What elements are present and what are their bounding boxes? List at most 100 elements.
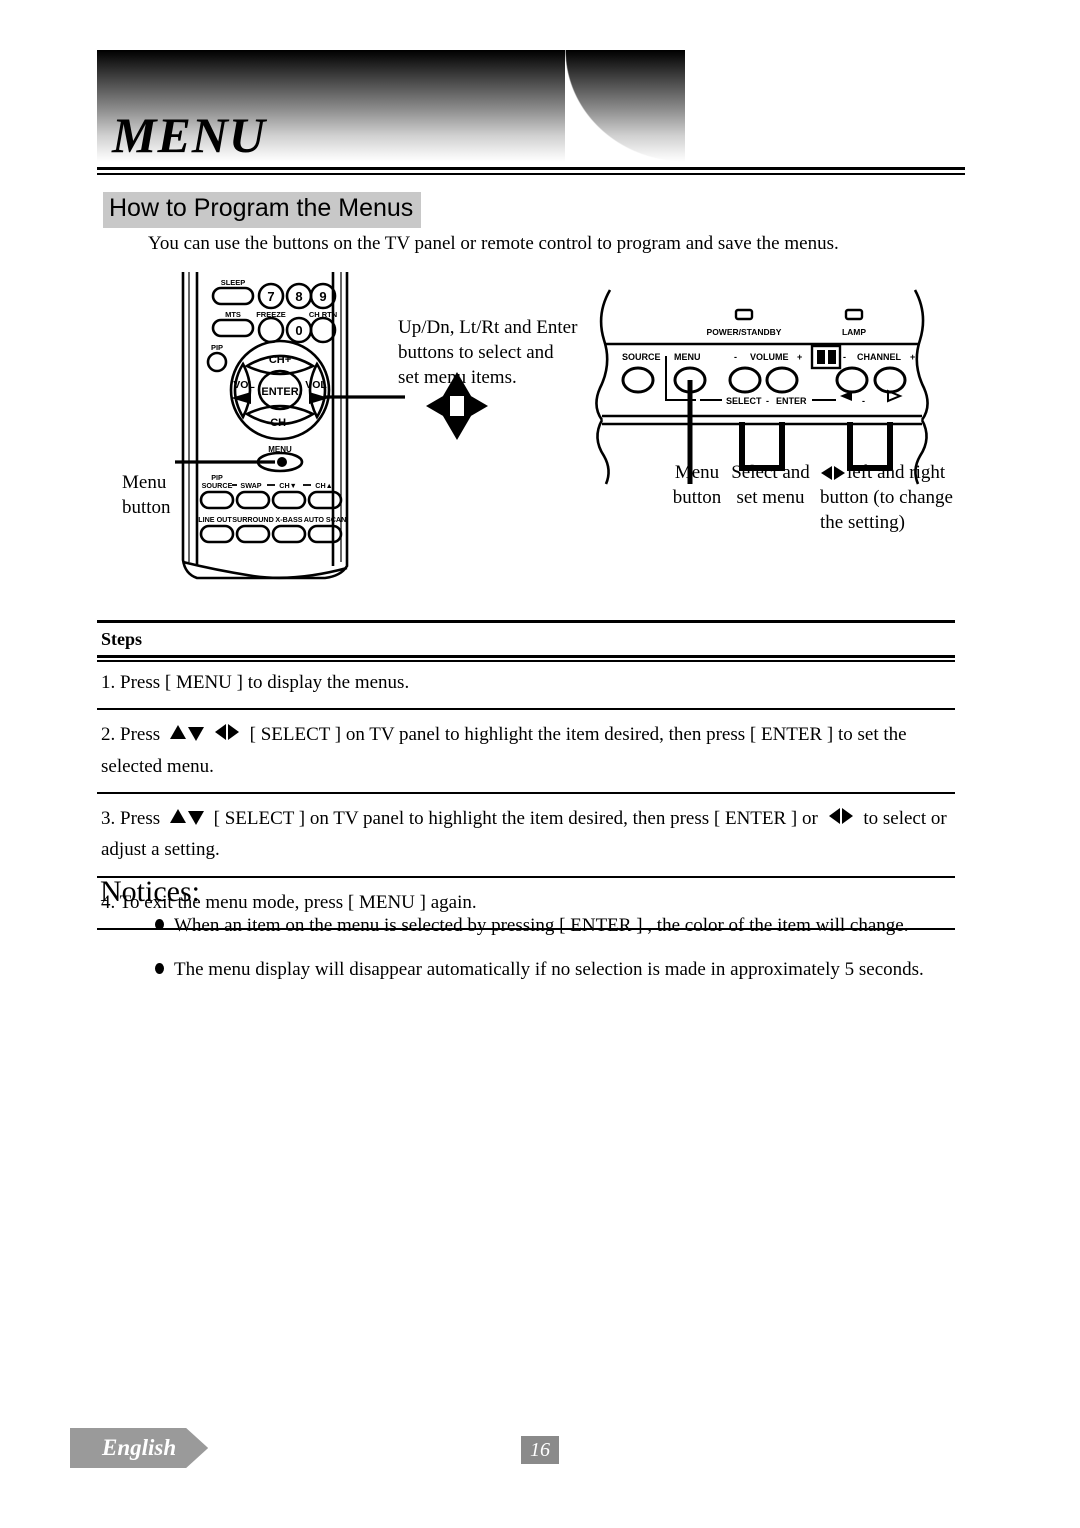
notice-item: The menu display will disappear automati… [155, 957, 965, 983]
notice-text: The menu display will disappear automati… [174, 958, 924, 980]
page-title: MENU [112, 107, 267, 163]
remote-menu-dot-icon [277, 457, 287, 467]
callout-remote-menu-button: Menu button [122, 470, 202, 520]
remote-button-ch-down [271, 490, 307, 510]
step-text: Press [ MENU ] to display the menus. [120, 672, 410, 693]
steps-rows-container: 1. Press [ MENU ] to display the menus. 2… [97, 658, 955, 931]
remote-navpad-enter-label: ENTER [261, 386, 298, 398]
intro-paragraph: You can use the buttons on the TV panel … [148, 233, 839, 254]
remote-button-line-out [199, 524, 235, 544]
led-power-standby-icon [734, 308, 754, 321]
step-text: [ SELECT ] on TV panel to highlight the … [208, 808, 823, 830]
step-text: Press [120, 724, 165, 746]
steps-table: Steps 1. Press [ MENU ] to display the m… [97, 620, 955, 931]
led-lamp-icon [844, 308, 864, 321]
step-number: 2. [101, 724, 120, 746]
tv-arrow-right-icon [887, 389, 903, 403]
footer-language-label: English [70, 1428, 208, 1468]
step-text: Press [120, 808, 165, 830]
ir-receiver-left-icon [817, 350, 825, 364]
tv-label-volume: VOLUME [750, 352, 789, 362]
remote-key-7-label: 7 [267, 289, 274, 304]
left-right-arrow-icon [821, 465, 845, 480]
page-number-badge: 16 [521, 1436, 559, 1464]
callout-remote-menu-line1: Menu button [122, 472, 171, 519]
tv-label-lamp: LAMP [842, 327, 866, 337]
remote-button-swap [235, 490, 271, 510]
step-row: 3. Press [ SELECT ] on TV panel to highl… [97, 794, 955, 878]
page-banner: MENU [97, 50, 685, 162]
four-way-arrow-cluster [424, 370, 490, 447]
remote-label-chup: CH▲ [315, 481, 333, 490]
tv-button-channel-minus [835, 366, 869, 394]
label-left-right-line3: the setting) [820, 512, 905, 534]
tv-button-channel-plus [873, 366, 907, 394]
remote-label-pipsource: SOURCE [202, 481, 233, 490]
banner-curve [565, 50, 685, 162]
remote-key-0-label: 0 [295, 323, 302, 338]
remote-label-pip: PIP [211, 343, 223, 352]
label-left-right-button: left and right button (to change the set… [820, 460, 970, 535]
tv-label-select-dash: - [766, 396, 769, 406]
label-left-right-line1: left and right [847, 462, 946, 483]
remote-button-ch-up [307, 490, 343, 510]
notices-list: When an item on the menu is selected by … [155, 913, 965, 1000]
label-tv-menu-button-text: Menu button [672, 462, 722, 509]
remote-button-auto-scan [307, 524, 343, 544]
arrow-up-icon [443, 372, 471, 396]
tv-button-source [621, 366, 655, 394]
label-tv-menu-button: Menu button [662, 460, 732, 510]
remote-button-surround [235, 524, 271, 544]
tv-label-channel-plus: + [910, 352, 915, 362]
notice-item: When an item on the menu is selected by … [155, 913, 965, 939]
remote-label-swap: SWAP [240, 481, 261, 490]
remote-navpad-up-label: CH+ [269, 354, 291, 366]
remote-navpad-down-label: CH- [270, 417, 290, 429]
step-number: 3. [101, 808, 120, 830]
tv-label-volume-plus: + [797, 352, 802, 362]
arrow-right-icon [464, 392, 488, 420]
steps-table-header: Steps [97, 623, 955, 662]
left-right-arrow-icon [828, 808, 853, 825]
remote-navpad-left-label: VOL [233, 379, 255, 391]
left-right-arrow-icon [214, 724, 239, 741]
remote-button-pip [206, 351, 228, 373]
bullet-icon [155, 962, 164, 974]
tv-label-source: SOURCE [622, 352, 661, 362]
label-select-and-set-menu: Select and set menu [728, 460, 813, 510]
tv-label-power-standby: POWER/STANDBY [707, 327, 782, 337]
tv-button-volume-minus [728, 366, 762, 394]
remote-button-sleep [211, 286, 255, 306]
remote-label-surround: SURROUND [232, 515, 274, 524]
remote-label-xbass: X-BASS [275, 515, 302, 524]
notice-text: When an item on the menu is selected by … [174, 915, 909, 936]
remote-button-chrtn [309, 316, 337, 344]
step-row: 1. Press [ MENU ] to display the menus. [97, 658, 955, 711]
label-left-right-line2: button (to change [820, 487, 953, 509]
remote-button-x-bass [271, 524, 307, 544]
remote-control-svg: SLEEP MTS FREEZE CH RTN PIP 7 8 9 0 CH+ … [115, 272, 415, 580]
header-divider-rule [97, 167, 965, 175]
tv-label-enter: ENTER [776, 396, 807, 406]
footer-language-tab: English [70, 1428, 208, 1468]
remote-label-lineout: LINE OUT [198, 515, 232, 524]
up-down-arrow-icon [169, 809, 204, 826]
remote-label-mts: MTS [225, 310, 241, 319]
remote-label-chdn: CH▼ [279, 481, 297, 490]
remote-label-autoscan: AUTO SCAN [304, 515, 347, 524]
remote-button-freeze [257, 316, 285, 344]
tv-label-arrow-dash: - [862, 396, 865, 406]
remote-button-pip-source [199, 490, 235, 510]
remote-button-mts [211, 318, 255, 338]
bullet-icon [155, 919, 164, 930]
diagram-area: SLEEP MTS FREEZE CH RTN PIP 7 8 9 0 CH+ … [0, 270, 1080, 600]
up-down-arrow-icon [169, 725, 204, 742]
tv-button-volume-plus [765, 366, 799, 394]
tv-label-menu: MENU [674, 352, 701, 362]
step-row: 2. Press [ SELECT ] on TV panel to highl… [97, 710, 955, 795]
notices-title: Notices: [100, 875, 200, 908]
tv-label-volume-minus: - [734, 352, 737, 362]
tv-label-channel: CHANNEL [857, 352, 902, 362]
remote-label-sleep: SLEEP [221, 278, 246, 287]
remote-control-illustration: SLEEP MTS FREEZE CH RTN PIP 7 8 9 0 CH+ … [115, 270, 415, 590]
